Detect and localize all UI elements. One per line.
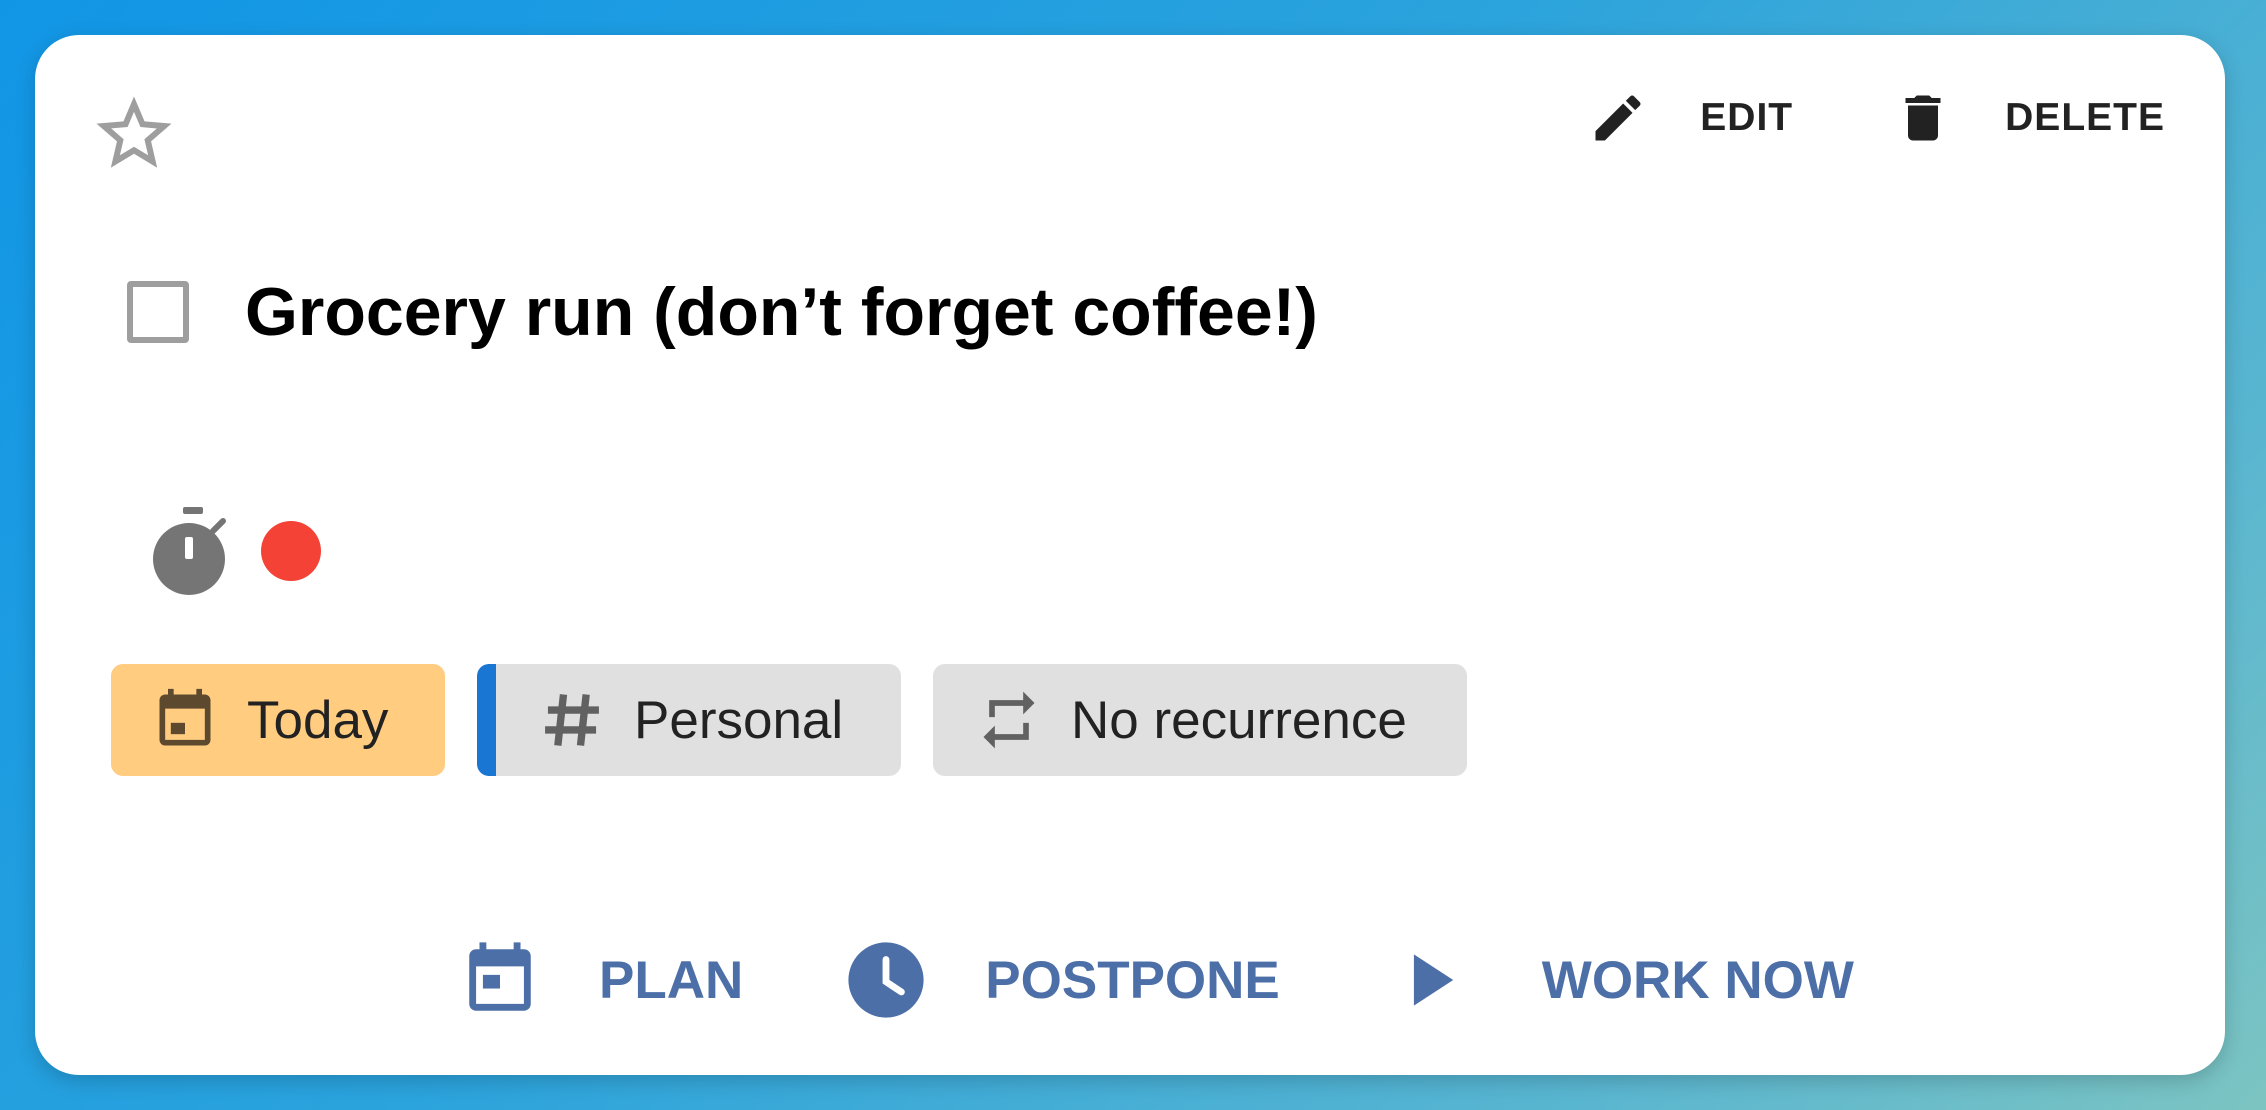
star-outline-icon[interactable]: [89, 89, 179, 179]
recurrence-chip-label: No recurrence: [1071, 690, 1407, 750]
postpone-label: POSTPONE: [985, 950, 1280, 1010]
calendar-icon: [159, 688, 211, 746]
edit-button[interactable]: EDIT: [1588, 83, 1793, 153]
work-now-button[interactable]: WORK NOW: [1390, 930, 1854, 1030]
task-meta-row: [153, 507, 321, 595]
clock-icon: [848, 942, 924, 1018]
delete-button[interactable]: DELETE: [1893, 83, 2165, 153]
task-card: EDIT DELETE Grocery run (don’t forget co…: [35, 35, 2225, 1075]
postpone-button[interactable]: POSTPONE: [845, 930, 1280, 1030]
task-title: Grocery run (don’t forget coffee!): [245, 274, 1318, 350]
recurrence-chip[interactable]: No recurrence: [933, 664, 1467, 776]
task-chips: Today Personal No recurrence: [111, 664, 1467, 776]
play-icon: [1413, 954, 1454, 1006]
trash-icon: [1905, 95, 1941, 141]
complete-checkbox[interactable]: [127, 281, 189, 343]
project-chip[interactable]: Personal: [477, 664, 901, 776]
plan-button[interactable]: PLAN: [459, 930, 743, 1030]
edit-label: EDIT: [1700, 96, 1794, 139]
priority-indicator: [261, 521, 321, 581]
stopwatch-icon[interactable]: [153, 507, 233, 595]
plan-label: PLAN: [599, 950, 744, 1010]
work-now-label: WORK NOW: [1541, 950, 1854, 1010]
repeat-icon: [983, 691, 1035, 749]
task-actions: PLAN POSTPONE WORK NOW: [459, 930, 1854, 1030]
calendar-icon: [469, 942, 531, 1011]
pencil-icon: [1595, 95, 1641, 141]
task-title-row: Grocery run (don’t forget coffee!): [127, 273, 1318, 351]
card-toolbar: EDIT DELETE: [1588, 83, 2165, 153]
date-chip[interactable]: Today: [111, 664, 445, 776]
hashtag-icon: [545, 694, 599, 746]
date-chip-label: Today: [247, 690, 389, 750]
project-chip-label: Personal: [634, 690, 844, 750]
delete-label: DELETE: [2005, 96, 2165, 139]
